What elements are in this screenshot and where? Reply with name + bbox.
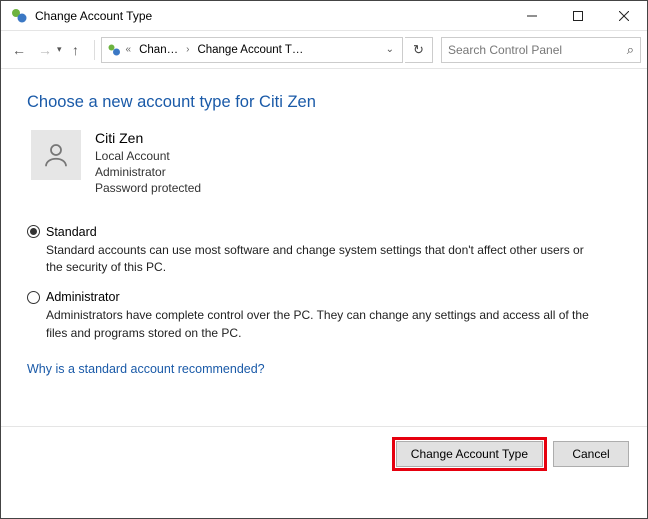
- minimize-button[interactable]: [509, 1, 555, 31]
- change-account-type-button[interactable]: Change Account Type: [396, 441, 543, 467]
- nav-bar: ← → ▾ ↑ « Chan… › Change Account T… ⌄ ↻ …: [1, 31, 647, 69]
- window-title: Change Account Type: [35, 9, 152, 23]
- user-info: Citi Zen Local Account Administrator Pas…: [95, 130, 201, 197]
- search-placeholder: Search Control Panel: [448, 43, 562, 57]
- user-password-status: Password protected: [95, 180, 201, 196]
- search-icon: ⌕: [627, 42, 634, 58]
- breadcrumb-item[interactable]: Chan…: [135, 44, 182, 56]
- address-bar[interactable]: « Chan… › Change Account T… ⌄: [101, 37, 403, 63]
- help-link[interactable]: Why is a standard account recommended?: [27, 362, 265, 376]
- option-standard-desc: Standard accounts can use most software …: [46, 242, 601, 277]
- forward-button[interactable]: →: [33, 38, 57, 62]
- title-bar: Change Account Type: [1, 1, 647, 31]
- app-icon: [9, 6, 29, 26]
- footer: Change Account Type Cancel: [1, 427, 647, 481]
- back-button[interactable]: ←: [7, 38, 31, 62]
- close-button[interactable]: [601, 1, 647, 31]
- user-name: Citi Zen: [95, 130, 201, 146]
- avatar: [31, 130, 81, 180]
- address-dropdown-icon[interactable]: ⌄: [382, 44, 398, 55]
- recent-locations-button[interactable]: ▾: [57, 44, 62, 55]
- chevron-left-icon: «: [124, 44, 134, 55]
- radio-standard[interactable]: [27, 225, 40, 238]
- maximize-button[interactable]: [555, 1, 601, 31]
- radio-administrator[interactable]: [27, 291, 40, 304]
- option-standard-label[interactable]: Standard: [46, 225, 97, 239]
- breadcrumb-item[interactable]: Change Account T…: [193, 44, 307, 56]
- user-role: Administrator: [95, 164, 201, 180]
- option-administrator: Administrator Administrators have comple…: [27, 290, 621, 342]
- option-standard: Standard Standard accounts can use most …: [27, 225, 621, 277]
- option-administrator-label[interactable]: Administrator: [46, 290, 120, 304]
- user-summary: Citi Zen Local Account Administrator Pas…: [31, 130, 621, 197]
- page-title: Choose a new account type for Citi Zen: [27, 93, 621, 112]
- user-account-type: Local Account: [95, 148, 201, 164]
- search-input[interactable]: Search Control Panel ⌕: [441, 37, 641, 63]
- content-area: Choose a new account type for Citi Zen C…: [1, 69, 647, 386]
- cancel-button[interactable]: Cancel: [553, 441, 629, 467]
- refresh-button[interactable]: ↻: [405, 37, 433, 63]
- chevron-right-icon: ›: [184, 44, 191, 55]
- divider: [94, 40, 95, 60]
- address-app-icon: [106, 42, 122, 58]
- up-button[interactable]: ↑: [64, 38, 88, 62]
- option-administrator-desc: Administrators have complete control ove…: [46, 307, 601, 342]
